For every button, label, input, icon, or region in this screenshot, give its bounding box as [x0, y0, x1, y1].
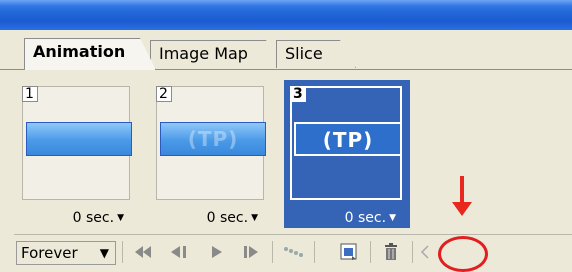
frame-2[interactable]: 2 (TP) 0 sec. ▼ — [150, 80, 272, 228]
tab-slice-label: Slice — [285, 44, 323, 63]
frame-delay-value: 0 sec. — [206, 210, 249, 226]
toolbar-separator — [122, 241, 123, 263]
tab-slice[interactable]: Slice — [276, 40, 356, 68]
scroll-left-button[interactable] — [416, 239, 436, 265]
annotation-circle — [438, 236, 488, 272]
frame-banner-image: (TP) — [160, 122, 266, 156]
delete-frame-button[interactable] — [376, 239, 406, 265]
annotation-arrow-head-icon — [452, 202, 472, 216]
panel-tab-bar: Animation Image Map Slice — [0, 30, 572, 70]
toolbar-separator — [412, 241, 413, 263]
chevron-down-icon: ▼ — [251, 213, 258, 223]
frame-number: 1 — [22, 86, 38, 102]
frame-delay[interactable]: 0 sec. ▼ — [16, 208, 138, 228]
frame-3[interactable]: 3 (TP) 0 sec. ▼ — [284, 80, 410, 228]
play-icon — [212, 246, 222, 258]
tab-animation[interactable]: Animation — [24, 38, 156, 70]
frame-delay[interactable]: 0 sec. ▼ — [284, 208, 410, 228]
next-frame-icon — [244, 246, 258, 258]
frame-delay-value: 0 sec. — [344, 210, 387, 226]
titlebar-shine — [0, 0, 572, 6]
toolbar-separator — [272, 241, 273, 263]
toolbar-separator — [314, 241, 315, 263]
frame-delay[interactable]: 0 sec. ▼ — [150, 208, 272, 228]
chevron-down-icon: ▼ — [99, 246, 109, 260]
duplicate-frame-icon — [340, 243, 357, 260]
tween-button[interactable] — [278, 239, 308, 265]
chevron-down-icon: ▼ — [389, 213, 396, 223]
frame-banner-text: (TP) — [322, 128, 374, 152]
previous-frame-button[interactable] — [166, 239, 196, 265]
frame-number: 3 — [290, 86, 306, 102]
trash-icon — [385, 243, 397, 260]
frame-banner-image — [26, 122, 132, 156]
frame-1[interactable]: 1 0 sec. ▼ — [16, 80, 138, 228]
animation-frames-panel: 1 0 sec. ▼ 2 (TP) 0 sec. ▼ 3 (TP) 0 sec. ▼ — [14, 70, 572, 232]
tween-icon — [284, 247, 303, 257]
chevron-down-icon: ▼ — [117, 213, 124, 223]
frame-banner-text — [27, 123, 131, 155]
previous-frame-icon — [171, 246, 186, 258]
tab-image-map[interactable]: Image Map — [150, 40, 282, 68]
first-frame-icon — [135, 246, 151, 258]
animation-toolbar: Forever ▼ — [14, 234, 572, 269]
play-button[interactable] — [202, 239, 232, 265]
frame-number: 2 — [156, 86, 172, 102]
first-frame-button[interactable] — [130, 239, 160, 265]
window-titlebar — [0, 0, 572, 30]
loop-options-value: Forever — [21, 244, 78, 262]
frame-banner-text: (TP) — [187, 127, 239, 151]
tab-image-map-label: Image Map — [159, 44, 248, 63]
toolbar-separator — [370, 241, 371, 263]
scroll-left-icon — [420, 245, 429, 259]
loop-options-select[interactable]: Forever ▼ — [16, 241, 116, 265]
frame-banner-image: (TP) — [294, 122, 402, 156]
frame-delay-value: 0 sec. — [72, 210, 115, 226]
tab-animation-label: Animation — [33, 42, 126, 61]
next-frame-button[interactable] — [236, 239, 266, 265]
duplicate-frame-button[interactable] — [334, 239, 364, 265]
